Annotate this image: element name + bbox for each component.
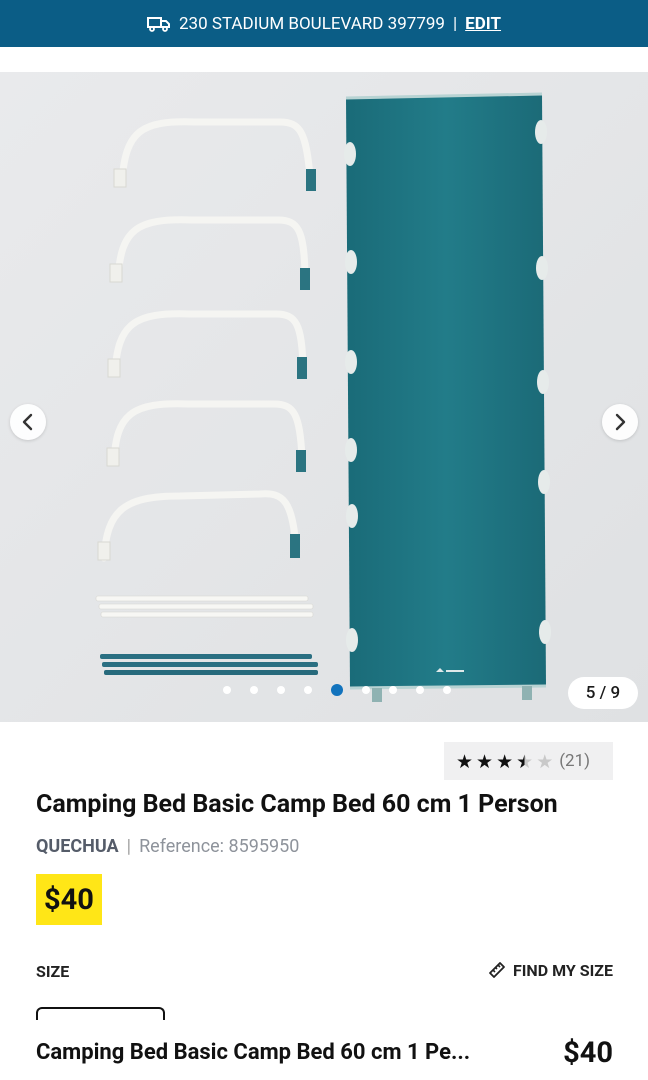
gallery-dot[interactable] bbox=[303, 686, 312, 694]
gallery-dot[interactable] bbox=[442, 686, 451, 694]
gallery-dot[interactable] bbox=[249, 686, 258, 694]
brand-link[interactable]: QUECHUA bbox=[36, 836, 119, 857]
image-counter: 5 / 9 bbox=[568, 677, 638, 709]
meta-separator: | bbox=[126, 836, 132, 857]
rating-count: (21) bbox=[559, 751, 591, 771]
sticky-product-price: $40 bbox=[563, 1036, 613, 1070]
delivery-address: 230 STADIUM BOULEVARD 397799 bbox=[178, 13, 445, 34]
gallery-dot[interactable] bbox=[388, 686, 397, 694]
star-empty-icon: ★ bbox=[536, 749, 554, 773]
product-reference: Reference: 8595950 bbox=[139, 836, 300, 857]
product-title: Camping Bed Basic Camp Bed 60 cm 1 Perso… bbox=[36, 790, 558, 819]
gallery-dot[interactable] bbox=[415, 686, 424, 694]
spacer bbox=[0, 47, 648, 72]
product-price: $40 bbox=[36, 874, 102, 925]
star-full-icon: ★ bbox=[476, 749, 494, 773]
sticky-product-title: Camping Bed Basic Camp Bed 60 cm 1 Pe... bbox=[36, 1040, 471, 1065]
gallery-dot[interactable] bbox=[361, 686, 370, 694]
star-full-icon: ★ bbox=[456, 749, 474, 773]
gallery-dot-active[interactable] bbox=[330, 684, 343, 696]
product-meta: QUECHUA | Reference: 8595950 bbox=[36, 836, 299, 857]
find-my-size-link[interactable]: FIND MY SIZE bbox=[487, 960, 613, 980]
delivery-address-bar: 230 STADIUM BOULEVARD 397799 | EDIT bbox=[0, 0, 648, 47]
ruler-icon bbox=[489, 962, 505, 978]
star-full-icon: ★ bbox=[496, 749, 514, 773]
previous-image-button[interactable] bbox=[10, 404, 46, 440]
product-image-gallery[interactable] bbox=[0, 72, 648, 722]
gallery-dot[interactable] bbox=[276, 686, 285, 694]
star-half-icon: ★ bbox=[516, 749, 534, 773]
next-image-button[interactable] bbox=[602, 404, 638, 440]
bed-fabric bbox=[344, 92, 551, 702]
chevron-right-icon bbox=[615, 413, 626, 431]
chevron-left-icon bbox=[22, 413, 33, 431]
size-label: SIZE bbox=[36, 962, 70, 981]
address-separator: | bbox=[452, 13, 458, 34]
delivery-truck-icon bbox=[146, 16, 170, 32]
find-my-size-label: FIND MY SIZE bbox=[512, 960, 613, 980]
gallery-dot[interactable] bbox=[222, 686, 231, 694]
gallery-pagination-dots bbox=[213, 684, 460, 696]
rating-badge[interactable]: ★ ★ ★ ★ ★ (21) bbox=[444, 742, 613, 780]
edit-address-link[interactable]: EDIT bbox=[465, 14, 501, 34]
product-image bbox=[0, 72, 648, 722]
